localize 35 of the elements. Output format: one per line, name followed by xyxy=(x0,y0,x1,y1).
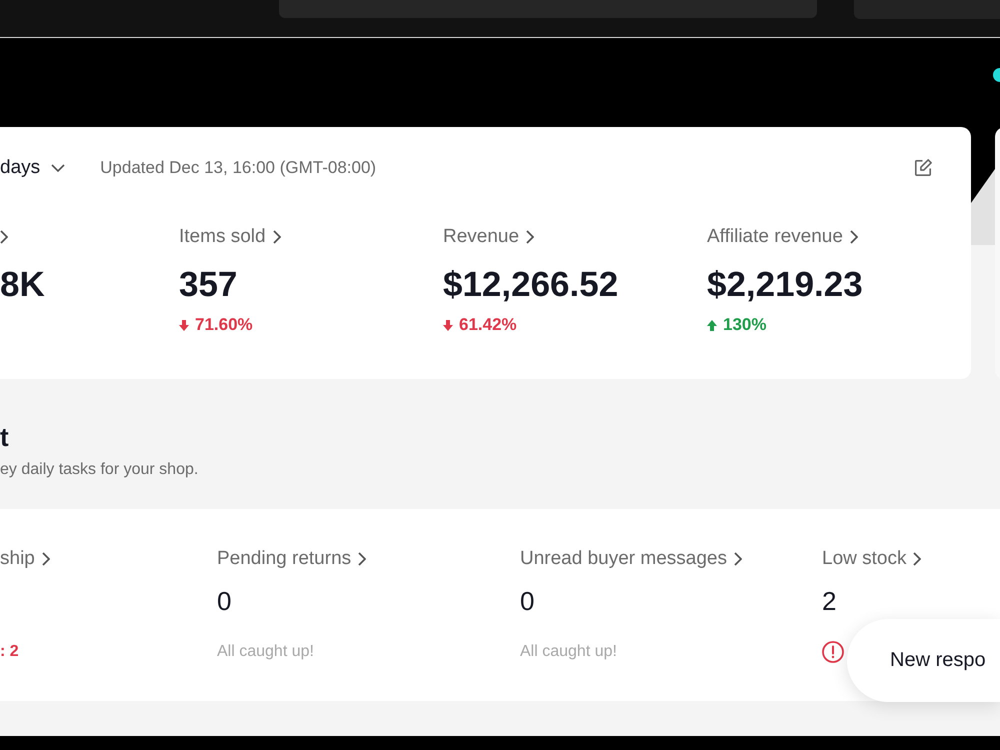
task-count: 0 xyxy=(520,586,534,616)
metric-change: 61.42% xyxy=(459,315,517,335)
updated-text: Updated Dec 13, 16:00 (GMT-08:00) xyxy=(100,158,376,178)
chevron-right-icon xyxy=(526,230,534,244)
task-status: All caught up! xyxy=(217,642,314,662)
chevron-right-icon xyxy=(734,552,742,566)
chevron-right-icon xyxy=(913,552,922,566)
task-status: All caught up! xyxy=(520,642,617,662)
metric-link[interactable]: Items sold xyxy=(179,225,281,249)
metric-value: $12,266.52 xyxy=(443,265,618,305)
task-link[interactable]: Low stock xyxy=(822,547,922,571)
edit-icon[interactable] xyxy=(914,159,932,177)
section-heading: t xyxy=(0,422,9,452)
section-subtitle: ey daily tasks for your shop. xyxy=(0,460,198,480)
task-count: 2 xyxy=(822,586,836,616)
metric-value: 8K xyxy=(0,265,45,305)
task-count: 0 xyxy=(217,586,232,616)
toast-text: New respo xyxy=(890,649,986,672)
metric-link[interactable]: Revenue xyxy=(443,225,534,249)
chevron-right-icon xyxy=(42,552,50,566)
metric-value: 357 xyxy=(179,265,238,305)
task-link[interactable]: ship xyxy=(0,547,50,571)
metric-link[interactable]: Affiliate revenue xyxy=(707,225,858,249)
chevron-right-icon xyxy=(272,230,281,244)
task-link[interactable]: Pending returns xyxy=(217,547,366,571)
chevron-right-icon xyxy=(850,230,858,244)
task-link[interactable]: Unread buyer messages xyxy=(520,547,742,571)
metric-change: 71.60% xyxy=(195,315,253,335)
date-range-dropdown[interactable]: days xyxy=(0,157,66,179)
chevron-down-icon xyxy=(51,164,66,172)
task-status: : 2 xyxy=(0,642,19,662)
chevron-right-icon xyxy=(358,552,366,566)
metric-change: 130% xyxy=(723,315,766,335)
metric-value: $2,219.23 xyxy=(707,265,863,305)
chevron-right-icon xyxy=(0,230,8,244)
